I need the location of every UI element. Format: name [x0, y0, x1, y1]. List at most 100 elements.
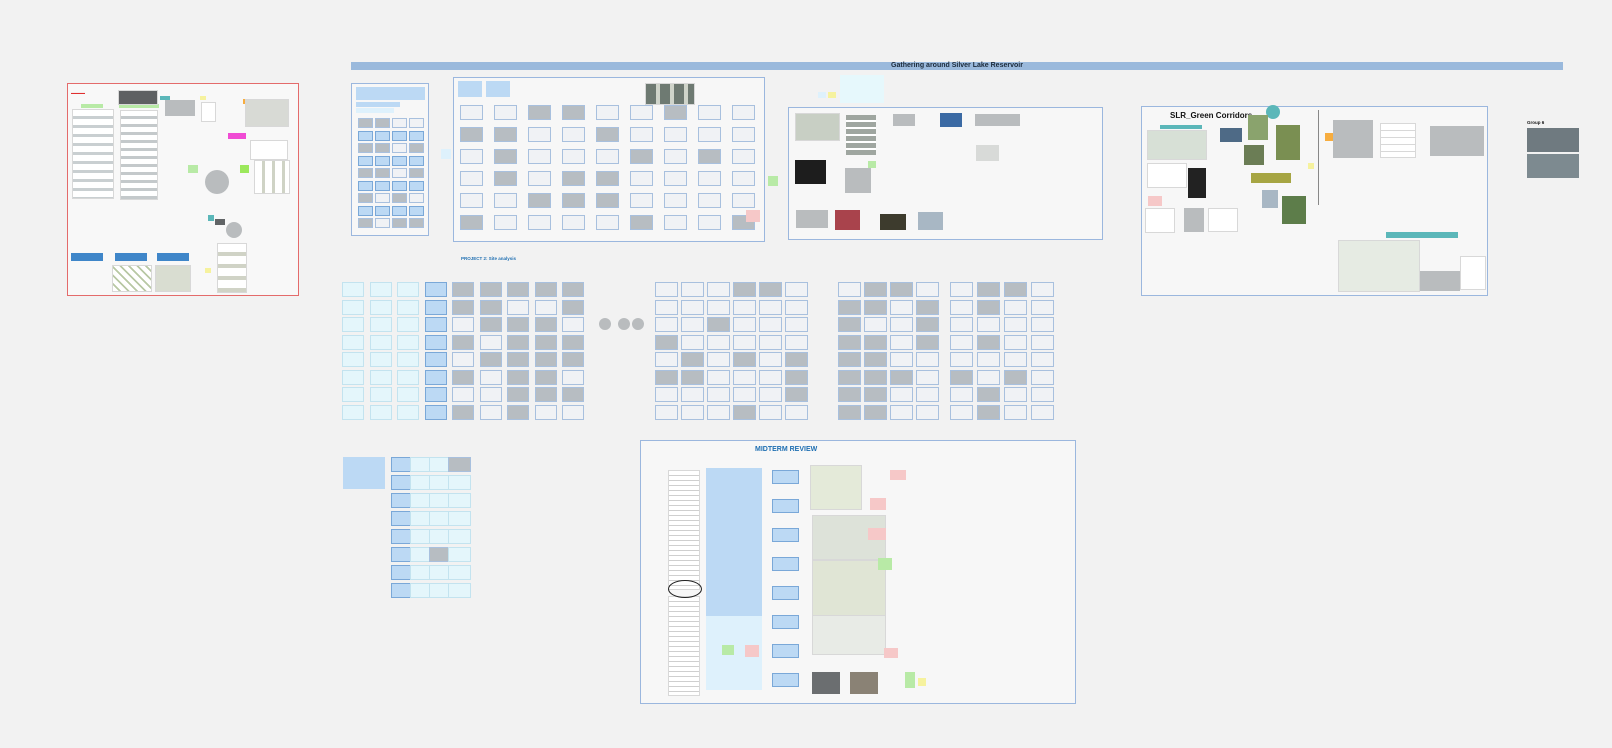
grid-cell[interactable] [375, 130, 390, 141]
grid-cell[interactable] [707, 334, 730, 350]
image-thumbnail-icon[interactable] [812, 672, 840, 694]
image-thumbnail-icon[interactable] [918, 212, 943, 230]
image-thumbnail-icon[interactable] [618, 318, 630, 330]
image-thumbnail-icon[interactable] [1188, 168, 1206, 198]
document-icon[interactable] [201, 102, 216, 122]
image-thumbnail-icon[interactable] [1244, 145, 1264, 165]
grid-cell[interactable] [950, 369, 973, 385]
grid-cell[interactable] [732, 149, 755, 164]
grid-cell[interactable] [864, 299, 887, 315]
grid-cell[interactable] [655, 334, 678, 350]
grid-cell[interactable] [785, 352, 808, 367]
grid-cell[interactable] [409, 130, 424, 141]
grid-cell[interactable] [358, 205, 373, 216]
sticky-note[interactable] [884, 648, 898, 658]
grid-cell[interactable] [655, 369, 678, 385]
sticky-note[interactable] [1308, 163, 1314, 169]
grid-cell[interactable] [448, 457, 471, 472]
grid-cell[interactable] [409, 205, 424, 216]
image-thumbnail-icon[interactable] [112, 265, 152, 292]
grid-cell[interactable] [681, 334, 704, 350]
sticky-note[interactable] [706, 468, 762, 616]
image-thumbnail-icon[interactable] [1276, 125, 1300, 160]
image-thumbnail-icon[interactable] [796, 210, 828, 228]
grid-cell[interactable] [448, 511, 471, 526]
sticky-note[interactable] [356, 108, 394, 113]
grid-cell[interactable] [424, 299, 447, 315]
grid-cell[interactable] [1031, 282, 1054, 297]
grid-cell[interactable] [838, 352, 861, 367]
grid-cell[interactable] [664, 193, 687, 208]
grid-cell[interactable] [534, 404, 557, 420]
grid-cell[interactable] [507, 352, 529, 367]
image-thumbnail-icon[interactable] [1251, 173, 1291, 183]
grid-cell[interactable] [838, 299, 861, 315]
grid-cell[interactable] [596, 105, 619, 120]
grid-cell[interactable] [342, 334, 364, 350]
grid-cell[interactable] [1004, 334, 1027, 350]
grid-cell[interactable] [1004, 352, 1027, 367]
grid-cell[interactable] [655, 299, 678, 315]
grid-cell[interactable] [424, 404, 447, 420]
grid-cell[interactable] [785, 404, 808, 420]
grid-cell[interactable] [733, 369, 756, 385]
grid-cell[interactable] [977, 369, 1000, 385]
grid-cell[interactable] [562, 334, 584, 350]
grid-cell[interactable] [890, 369, 913, 385]
grid-cell[interactable] [534, 299, 557, 315]
grid-cell[interactable] [864, 404, 887, 420]
image-thumbnail-icon[interactable] [1420, 271, 1460, 291]
image-thumbnail-icon[interactable] [940, 113, 962, 127]
grid-cell[interactable] [507, 317, 529, 332]
board-title-banner[interactable]: Gathering around Silver Lake Reservoir [351, 62, 1563, 70]
grid-cell[interactable] [358, 218, 373, 228]
grid-cell[interactable] [452, 404, 474, 420]
grid-cell[interactable] [630, 193, 653, 208]
image-thumbnail-icon[interactable] [1333, 120, 1373, 158]
grid-cell[interactable] [838, 282, 861, 297]
grid-cell[interactable] [772, 586, 799, 600]
grid-cell[interactable] [1031, 404, 1054, 420]
grid-cell[interactable] [890, 317, 913, 332]
grid-cell[interactable] [1004, 387, 1027, 402]
image-thumbnail-icon[interactable] [1145, 208, 1175, 233]
grid-cell[interactable] [460, 105, 483, 120]
image-thumbnail-icon[interactable] [165, 100, 195, 116]
grid-cell[interactable] [596, 193, 619, 208]
grid-cell[interactable] [890, 387, 913, 402]
image-thumbnail-icon[interactable] [215, 219, 225, 225]
grid-cell[interactable] [448, 475, 471, 490]
image-thumbnail-icon[interactable] [72, 109, 114, 199]
grid-cell[interactable] [838, 404, 861, 420]
grid-cell[interactable] [479, 299, 502, 315]
sticky-note[interactable] [745, 645, 759, 657]
grid-cell[interactable] [409, 155, 424, 166]
image-thumbnail-icon[interactable] [645, 83, 695, 105]
grid-cell[interactable] [681, 282, 704, 297]
grid-cell[interactable] [562, 369, 584, 385]
grid-cell[interactable] [733, 387, 756, 402]
grid-cell[interactable] [452, 282, 474, 297]
grid-cell[interactable] [409, 180, 424, 191]
sticky-note[interactable] [868, 161, 876, 168]
image-thumbnail-icon[interactable] [1208, 208, 1238, 232]
grid-cell[interactable] [950, 334, 973, 350]
grid-cell[interactable] [977, 317, 1000, 332]
grid-cell[interactable] [448, 565, 471, 580]
grid-cell[interactable] [707, 282, 730, 297]
image-thumbnail-icon[interactable] [120, 110, 158, 200]
grid-cell[interactable] [375, 155, 390, 166]
sticky-note[interactable] [356, 87, 425, 100]
grid-cell[interactable] [409, 118, 424, 128]
grid-cell[interactable] [392, 130, 407, 141]
grid-cell[interactable] [890, 352, 913, 367]
image-thumbnail-icon[interactable] [632, 318, 644, 330]
grid-cell[interactable] [681, 387, 704, 402]
grid-cell[interactable] [507, 282, 529, 297]
grid-cell[interactable] [375, 218, 390, 228]
grid-cell[interactable] [707, 317, 730, 332]
grid-cell[interactable] [342, 282, 364, 297]
grid-cell[interactable] [460, 215, 483, 230]
grid-cell[interactable] [864, 387, 887, 402]
grid-cell[interactable] [864, 317, 887, 332]
